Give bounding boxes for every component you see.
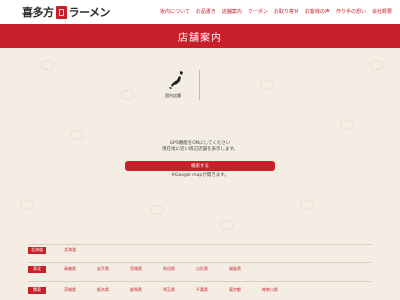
region-row-tohoku: 東北 青森県 岩手県 宮城県 秋田県 山形県 福島県 <box>28 265 262 273</box>
site-logo[interactable]: 喜多方 ラーメン <box>22 5 111 19</box>
pref-link[interactable]: 岩手県 <box>97 266 130 272</box>
google-map-note: ※Google mapが開きます。 <box>171 173 229 178</box>
nav-about[interactable]: 坂内について <box>160 8 190 15</box>
japan-map-icon <box>169 71 183 89</box>
region-label: 北海道 <box>28 246 46 254</box>
pattern-icon <box>120 90 134 100</box>
main-nav: 坂内について お品書き 店舗案内 クーポン お取り寄せ お客様の声 作り手の想い… <box>160 8 392 15</box>
nav-menu[interactable]: お品書き <box>196 8 216 15</box>
divider <box>28 262 372 263</box>
nav-stores[interactable]: 店舗案内 <box>222 8 242 15</box>
nav-coupon[interactable]: クーポン <box>248 8 268 15</box>
pref-link[interactable]: 埼玉県 <box>163 287 196 293</box>
pref-link[interactable]: 栃木県 <box>97 287 130 293</box>
pref-link[interactable]: 神奈川県 <box>262 287 295 293</box>
logo-seal-icon <box>55 5 67 19</box>
site-header: 喜多方 ラーメン 坂内について お品書き 店舗案内 クーポン お取り寄せ お客様… <box>0 0 400 24</box>
logo-text-ramen: ラーメン <box>68 6 111 19</box>
divider <box>199 70 200 100</box>
pref-link[interactable]: 青森県 <box>64 266 97 272</box>
pref-link[interactable]: 茨城県 <box>64 287 97 293</box>
pref-link[interactable]: 秋田県 <box>163 266 196 272</box>
divider <box>28 281 372 282</box>
gps-instructions: GPS機能をONにしてください 現在地に近い周辺店舗を表示します。 <box>100 141 300 153</box>
nav-maker[interactable]: 作り手の想い <box>336 8 366 15</box>
pref-link[interactable]: 群馬県 <box>130 287 163 293</box>
pattern-icon <box>260 80 274 90</box>
region-label: 東北 <box>28 265 46 273</box>
pref-link[interactable]: 福島県 <box>229 266 262 272</box>
pref-link[interactable]: 東京都 <box>229 287 262 293</box>
pattern-icon <box>20 200 34 210</box>
page-title: 店舗案内 <box>178 32 222 44</box>
domestic-stores-label: 国内店舗 <box>165 93 181 98</box>
region-row-hokkaido: 北海道 北海道 <box>28 246 97 254</box>
nav-company[interactable]: 会社概要 <box>372 8 392 15</box>
title-band: 店舗案内 <box>0 24 400 48</box>
pref-link[interactable]: 山形県 <box>196 266 229 272</box>
pref-link[interactable]: 宮城県 <box>130 266 163 272</box>
divider <box>28 244 372 245</box>
nav-order[interactable]: お取り寄せ <box>274 8 299 15</box>
region-row-kanto: 関東 茨城県 栃木県 群馬県 埼玉県 千葉県 東京都 神奈川県 <box>28 286 295 294</box>
domestic-stores-link[interactable]: 国内店舗 <box>160 70 200 104</box>
pattern-icon <box>220 220 234 230</box>
gps-line-2: 現在地に近い周辺店舗を表示します。 <box>161 147 239 152</box>
pattern-icon <box>40 60 54 70</box>
pattern-icon <box>150 205 164 215</box>
nav-voice[interactable]: お客様の声 <box>305 8 330 15</box>
region-label: 関東 <box>28 286 46 294</box>
pref-link[interactable]: 北海道 <box>64 247 97 253</box>
search-button[interactable]: 検索する <box>125 161 275 171</box>
pattern-icon <box>340 120 354 130</box>
pattern-icon <box>370 60 384 70</box>
pattern-icon <box>70 130 84 140</box>
pattern-icon <box>300 200 314 210</box>
pref-link[interactable]: 千葉県 <box>196 287 229 293</box>
logo-text-kitakata: 喜多方 <box>22 6 54 19</box>
